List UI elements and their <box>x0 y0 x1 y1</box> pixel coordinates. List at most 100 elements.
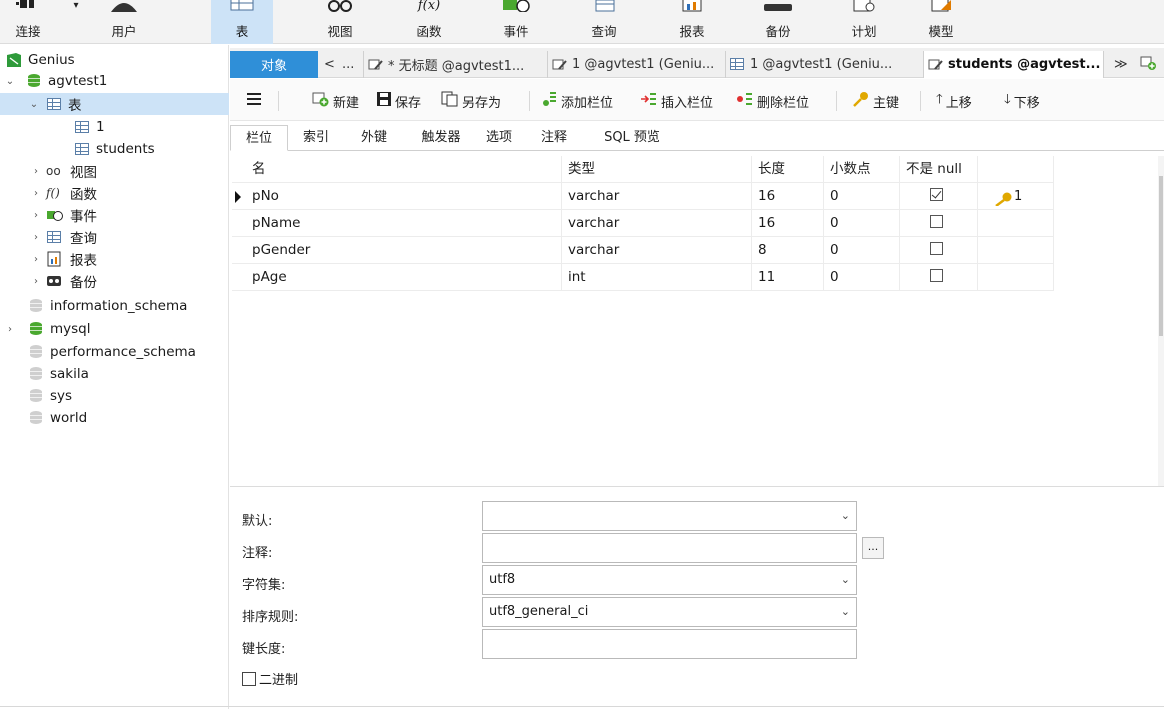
field-length-cell[interactable]: 16 <box>752 183 824 210</box>
primary-key-cell[interactable] <box>978 264 1054 291</box>
column-header-type[interactable]: 类型 <box>562 156 752 183</box>
save-button[interactable]: 保存 <box>376 90 421 112</box>
field-decimals-cell[interactable]: 0 <box>824 183 900 210</box>
new-table-button[interactable]: 新建 <box>312 90 359 112</box>
ribbon-report-button[interactable]: 报表 <box>664 0 720 44</box>
field-length-cell[interactable]: 11 <box>752 264 824 291</box>
field-type-cell[interactable]: int <box>562 264 752 291</box>
field-type-cell[interactable]: varchar <box>562 237 752 264</box>
ribbon-event-button[interactable]: 事件 <box>488 0 544 44</box>
default-select[interactable]: ⌄ <box>482 501 857 531</box>
tab-untitled-query[interactable]: * 无标题 @agvtest1... <box>364 51 548 78</box>
tab-comments[interactable]: 注释 <box>530 125 578 151</box>
table-row[interactable]: pNo varchar 16 0 1 <box>232 183 1054 210</box>
key-length-input[interactable] <box>482 629 857 659</box>
tree-database-performance-schema[interactable]: performance_schema <box>0 341 229 363</box>
not-null-checkbox[interactable] <box>930 215 943 228</box>
not-null-checkbox[interactable] <box>930 188 943 201</box>
ribbon-connection-button[interactable]: 连接 <box>0 0 56 44</box>
field-name-cell[interactable]: pGender <box>246 237 562 264</box>
tree-events-node[interactable]: › 事件 <box>0 204 229 226</box>
ribbon-table-button[interactable]: 表 <box>211 0 273 44</box>
not-null-checkbox-cell[interactable] <box>900 264 978 291</box>
move-up-button[interactable]: 🡑 上移 <box>936 90 972 112</box>
ribbon-function-button[interactable]: f(x) 函数 <box>401 0 457 44</box>
tab-foreign-keys[interactable]: 外键 <box>348 125 400 151</box>
tree-database-sys[interactable]: sys <box>0 385 229 407</box>
field-type-cell[interactable]: varchar <box>562 183 752 210</box>
comment-input[interactable] <box>482 533 857 563</box>
binary-checkbox[interactable] <box>242 671 256 686</box>
tree-functions-node[interactable]: › f() 函数 <box>0 182 229 204</box>
tree-database-mysql[interactable]: › mysql <box>0 318 229 340</box>
primary-key-cell[interactable] <box>978 210 1054 237</box>
tree-tables-node[interactable]: ⌄ 表 <box>0 93 229 115</box>
field-decimals-cell[interactable]: 0 <box>824 237 900 264</box>
add-field-button[interactable]: 添加栏位 <box>542 90 613 112</box>
field-length-cell[interactable]: 8 <box>752 237 824 264</box>
field-name-cell[interactable]: pAge <box>246 264 562 291</box>
primary-key-cell[interactable]: 1 <box>978 183 1054 210</box>
save-as-button[interactable]: 另存为 <box>441 90 501 112</box>
not-null-checkbox[interactable] <box>930 269 943 282</box>
new-tab-button[interactable] <box>1136 51 1164 78</box>
tree-views-node[interactable]: › oo 视图 <box>0 160 229 182</box>
menu-button[interactable] <box>246 90 262 112</box>
column-header-length[interactable]: 长度 <box>752 156 824 183</box>
insert-field-button[interactable]: 插入栏位 <box>640 90 713 112</box>
tree-database-agvtest1[interactable]: ⌄ agvtest1 <box>0 70 229 92</box>
binary-checkbox-row[interactable]: 二进制 <box>242 669 298 688</box>
tree-database-information-schema[interactable]: information_schema <box>0 295 229 317</box>
table-row[interactable]: pGender varchar 8 0 <box>232 237 1054 264</box>
tree-database-world[interactable]: world <box>0 407 229 429</box>
not-null-checkbox[interactable] <box>930 242 943 255</box>
tab-overflow-button[interactable]: ... <box>340 51 364 78</box>
not-null-checkbox-cell[interactable] <box>900 237 978 264</box>
tab-table-1[interactable]: 1 @agvtest1 (Geniu... <box>726 51 924 78</box>
ribbon-backup-button[interactable]: 备份 <box>750 0 806 44</box>
field-length-cell[interactable]: 16 <box>752 210 824 237</box>
primary-key-button[interactable]: 主键 <box>852 90 899 112</box>
grid-vertical-scrollbar[interactable] <box>1158 156 1164 486</box>
field-name-cell[interactable]: pNo <box>246 183 562 210</box>
ribbon-query-button[interactable]: 查询 <box>576 0 632 44</box>
tab-query-1[interactable]: 1 @agvtest1 (Geniu... <box>548 51 726 78</box>
not-null-checkbox-cell[interactable] <box>900 183 978 210</box>
tab-options[interactable]: 选项 <box>474 125 524 151</box>
ribbon-model-button[interactable]: 模型 <box>913 0 969 44</box>
collation-select[interactable]: utf8_general_ci ⌄ <box>482 597 857 627</box>
tab-triggers[interactable]: 触发器 <box>410 125 472 151</box>
move-down-button[interactable]: 🡓 下移 <box>1004 90 1040 112</box>
table-row[interactable]: pAge int 11 0 <box>232 264 1054 291</box>
column-header-name[interactable]: 名 <box>246 156 562 183</box>
delete-field-button[interactable]: 删除栏位 <box>736 90 809 112</box>
tab-scroll-left-button[interactable]: < <box>322 51 340 78</box>
tab-objects[interactable]: 对象 <box>230 51 318 78</box>
tab-indexes[interactable]: 索引 <box>290 125 342 151</box>
tree-connection-genius[interactable]: Genius <box>6 49 226 71</box>
tab-students-design[interactable]: students @agvtest... <box>924 51 1104 78</box>
field-type-cell[interactable]: varchar <box>562 210 752 237</box>
tree-reports-node[interactable]: › 报表 <box>0 248 229 270</box>
field-decimals-cell[interactable]: 0 <box>824 210 900 237</box>
ribbon-view-button[interactable]: 视图 <box>312 0 368 44</box>
charset-select[interactable]: utf8 ⌄ <box>482 565 857 595</box>
connection-dropdown-button[interactable]: ▾ <box>64 0 88 44</box>
tree-table-students[interactable]: students <box>0 138 229 160</box>
tree-backups-node[interactable]: › 备份 <box>0 270 229 292</box>
tab-sql-preview[interactable]: SQL 预览 <box>590 125 674 151</box>
primary-key-cell[interactable] <box>978 237 1054 264</box>
comment-edit-button[interactable]: ... <box>862 537 884 559</box>
column-header-decimals[interactable]: 小数点 <box>824 156 900 183</box>
scrollbar-thumb[interactable] <box>1159 176 1163 336</box>
tree-queries-node[interactable]: › 查询 <box>0 226 229 248</box>
tree-table-1[interactable]: 1 <box>0 116 229 138</box>
ribbon-user-button[interactable]: 用户 <box>96 0 152 44</box>
not-null-checkbox-cell[interactable] <box>900 210 978 237</box>
ribbon-schedule-button[interactable]: 计划 <box>836 0 892 44</box>
tree-database-sakila[interactable]: sakila <box>0 363 229 385</box>
column-header-not-null[interactable]: 不是 null <box>900 156 978 183</box>
tab-fields[interactable]: 栏位 <box>230 125 288 151</box>
field-decimals-cell[interactable]: 0 <box>824 264 900 291</box>
tab-scroll-right-button[interactable]: ≫ <box>1110 51 1130 78</box>
